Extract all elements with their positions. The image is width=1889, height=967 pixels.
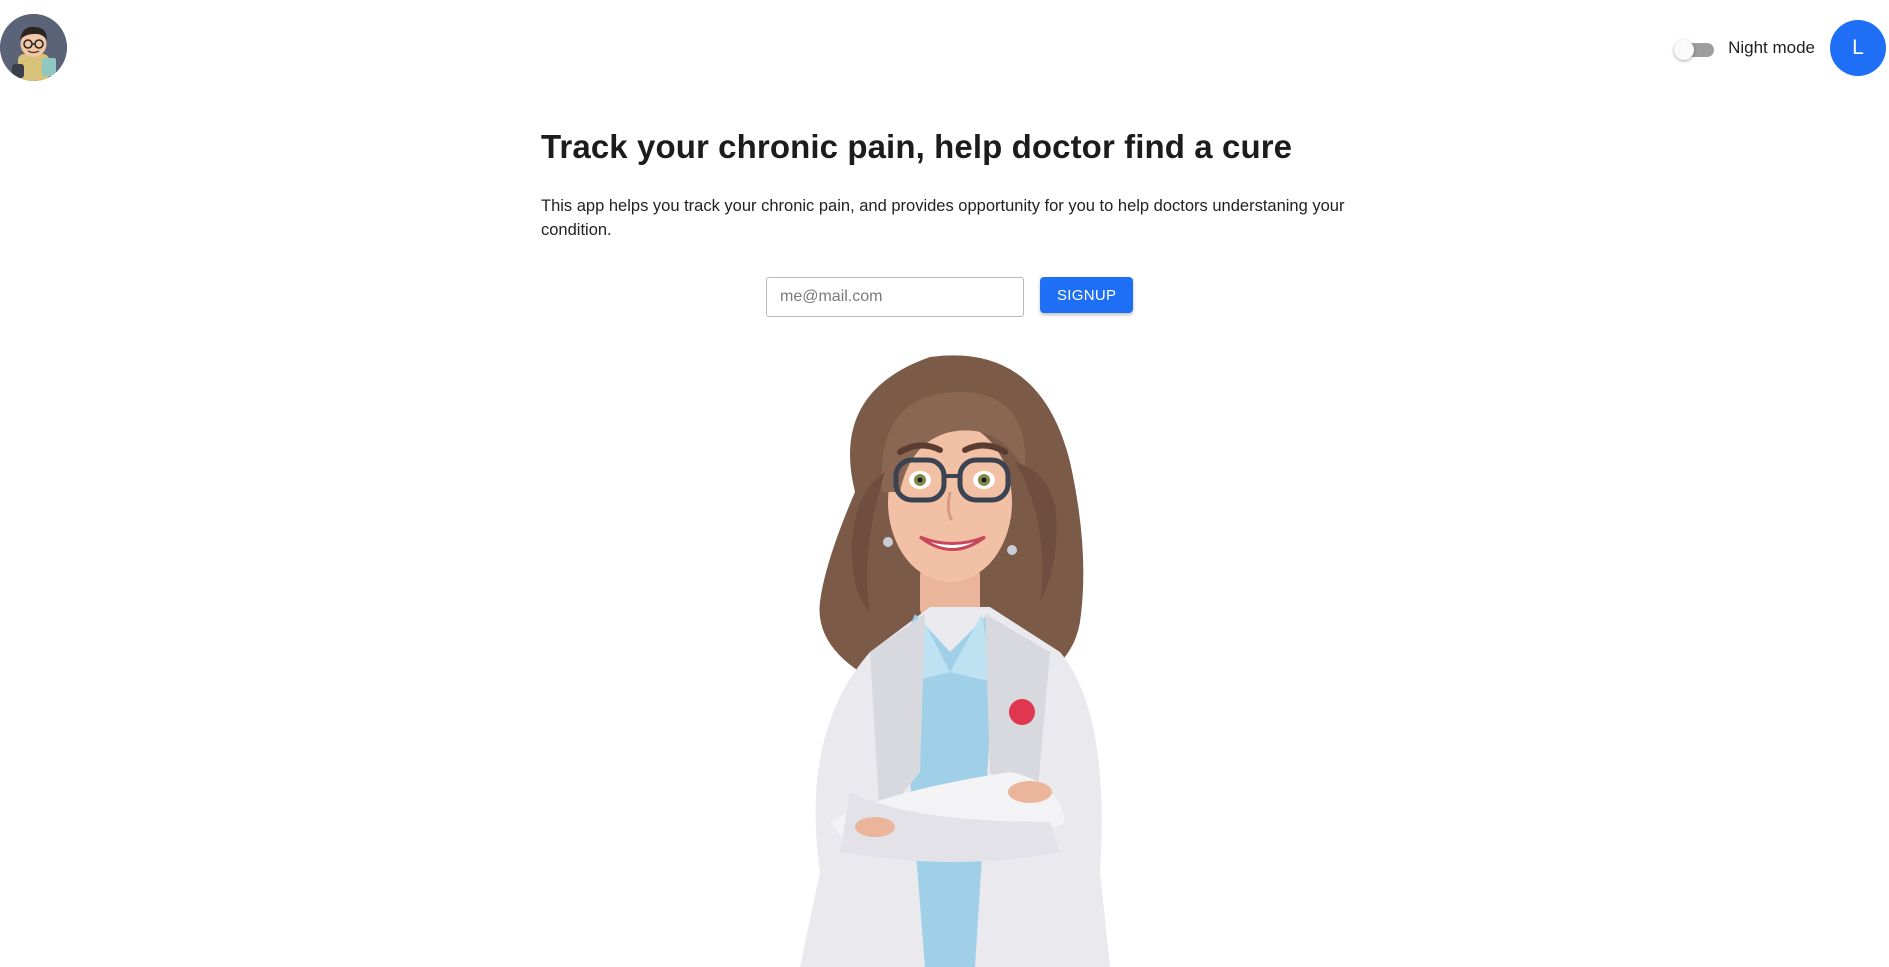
landing-page: Night mode L Track your chronic pain, he… — [0, 0, 1889, 967]
logo-avatar-icon[interactable] — [0, 14, 67, 81]
signup-button[interactable]: SIGNUP — [1040, 277, 1134, 313]
night-mode-control: Night mode — [1674, 16, 1815, 80]
night-mode-switch[interactable] — [1674, 40, 1715, 60]
doctor-illustration-icon — [760, 352, 1130, 967]
night-mode-label: Night mode — [1728, 38, 1815, 57]
hero-text: Track your chronic pain, help doctor fin… — [541, 128, 1351, 242]
user-avatar[interactable]: L — [1830, 20, 1886, 76]
signup-form: SIGNUP — [766, 277, 1134, 317]
page-title: Track your chronic pain, help doctor fin… — [541, 128, 1293, 165]
switch-thumb[interactable] — [1674, 40, 1695, 60]
user-initial: L — [1852, 36, 1864, 59]
email-input[interactable] — [766, 277, 1024, 317]
intro-text: This app helps you track your chronic pa… — [541, 197, 1345, 239]
